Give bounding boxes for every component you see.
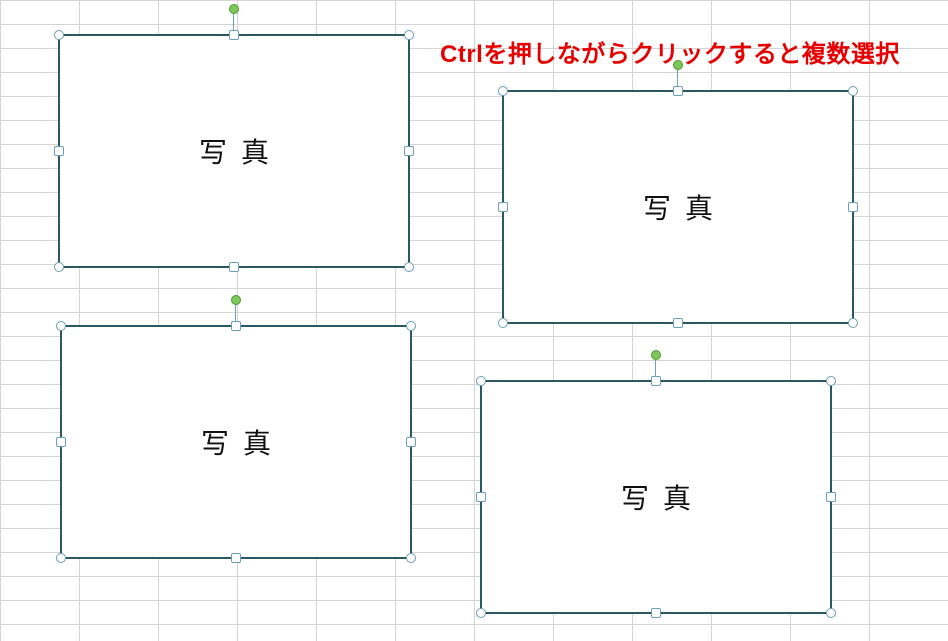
rotate-connector xyxy=(235,303,236,321)
resize-handle-w[interactable] xyxy=(54,146,64,156)
resize-handle-ne[interactable] xyxy=(826,376,836,386)
resize-handle-e[interactable] xyxy=(826,492,836,502)
resize-handle-n[interactable] xyxy=(673,86,683,96)
resize-handle-w[interactable] xyxy=(56,437,66,447)
resize-handle-e[interactable] xyxy=(406,437,416,447)
shape-photo-3[interactable]: 写真 xyxy=(60,325,412,559)
resize-handle-ne[interactable] xyxy=(406,321,416,331)
resize-handle-w[interactable] xyxy=(476,492,486,502)
resize-handle-ne[interactable] xyxy=(848,86,858,96)
resize-handle-ne[interactable] xyxy=(404,30,414,40)
shape-photo-2[interactable]: 写真 xyxy=(502,90,854,324)
shape-label: 写真 xyxy=(643,187,727,227)
resize-handle-e[interactable] xyxy=(848,202,858,212)
rotate-handle[interactable] xyxy=(231,295,241,305)
resize-handle-se[interactable] xyxy=(826,608,836,618)
resize-handle-s[interactable] xyxy=(673,318,683,328)
resize-handle-w[interactable] xyxy=(498,202,508,212)
resize-handle-s[interactable] xyxy=(651,608,661,618)
resize-handle-n[interactable] xyxy=(651,376,661,386)
resize-handle-s[interactable] xyxy=(229,262,239,272)
instruction-text: Ctrlを押しながらクリックすると複数選択 xyxy=(440,34,900,69)
rotate-connector xyxy=(233,12,234,30)
resize-handle-n[interactable] xyxy=(231,321,241,331)
resize-handle-sw[interactable] xyxy=(476,608,486,618)
resize-handle-nw[interactable] xyxy=(54,30,64,40)
shape-label: 写真 xyxy=(201,422,285,462)
resize-handle-sw[interactable] xyxy=(56,553,66,563)
rotate-handle[interactable] xyxy=(673,60,683,70)
resize-handle-sw[interactable] xyxy=(498,318,508,328)
resize-handle-se[interactable] xyxy=(848,318,858,328)
rotate-handle[interactable] xyxy=(229,4,239,14)
rotate-connector xyxy=(655,358,656,376)
rotate-connector xyxy=(677,68,678,86)
resize-handle-nw[interactable] xyxy=(498,86,508,96)
shape-label: 写真 xyxy=(199,131,283,171)
resize-handle-nw[interactable] xyxy=(476,376,486,386)
rotate-handle[interactable] xyxy=(651,350,661,360)
resize-handle-se[interactable] xyxy=(404,262,414,272)
shape-photo-1[interactable]: 写真 xyxy=(58,34,410,268)
resize-handle-se[interactable] xyxy=(406,553,416,563)
resize-handle-e[interactable] xyxy=(404,146,414,156)
resize-handle-s[interactable] xyxy=(231,553,241,563)
resize-handle-nw[interactable] xyxy=(56,321,66,331)
resize-handle-n[interactable] xyxy=(229,30,239,40)
shape-photo-4[interactable]: 写真 xyxy=(480,380,832,614)
resize-handle-sw[interactable] xyxy=(54,262,64,272)
shape-label: 写真 xyxy=(621,477,705,517)
